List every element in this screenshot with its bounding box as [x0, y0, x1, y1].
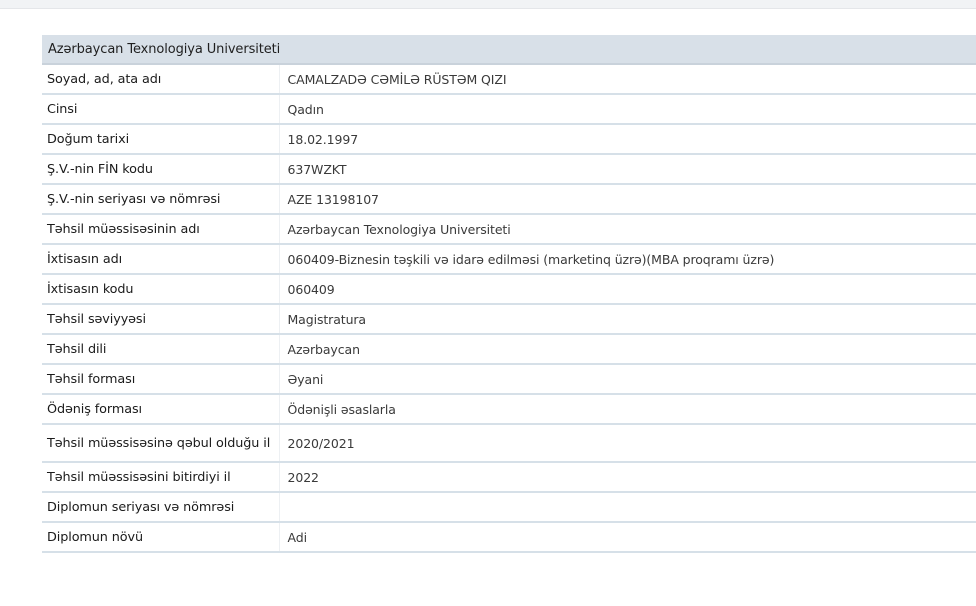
row-value: AZE 13198107 [279, 184, 976, 215]
row-label: Doğum tarixi [42, 124, 280, 155]
table-row-specialty-code: İxtisasın kodu 060409 [42, 274, 976, 305]
row-label: İxtisasın kodu [42, 274, 280, 305]
row-value [279, 492, 976, 523]
row-label: Soyad, ad, ata adı [42, 64, 280, 95]
table-row-diploma-type: Diplomun növü Adi [42, 522, 976, 553]
row-value: CAMALZADƏ CƏMİLƏ RÜSTƏM QIZI [279, 64, 976, 95]
row-value: Qadın [279, 94, 976, 125]
row-value: Ödənişli əsaslarla [279, 394, 976, 425]
row-label: Ş.V.-nin FİN kodu [42, 154, 280, 185]
row-label: Diplomun seriyası və nömrəsi [42, 492, 280, 523]
row-label: Diplomun növü [42, 522, 280, 553]
row-value: 060409-Biznesin təşkili və idarə edilməs… [279, 244, 976, 275]
row-label: Təhsil müəssisəsinə qəbul olduğu il [42, 424, 280, 463]
row-label: İxtisasın adı [42, 244, 280, 275]
table-row-graduation-year: Təhsil müəssisəsini bitirdiyi il 2022 [42, 462, 976, 493]
table-row-fin-code: Ş.V.-nin FİN kodu 637WZKT [42, 154, 976, 185]
student-info-table: Azərbaycan Texnologiya Universiteti Soya… [42, 35, 976, 553]
row-label: Ödəniş forması [42, 394, 280, 425]
row-value: Magistratura [279, 304, 976, 335]
row-value: 637WZKT [279, 154, 976, 185]
row-value: Əyani [279, 364, 976, 395]
table-row-specialty-name: İxtisasın adı 060409-Biznesin təşkili və… [42, 244, 976, 275]
row-value: 2022 [279, 462, 976, 493]
table-header-row: Azərbaycan Texnologiya Universiteti [42, 35, 976, 65]
student-info-table-container: Azərbaycan Texnologiya Universiteti Soya… [42, 35, 976, 553]
row-value: 060409 [279, 274, 976, 305]
row-value: 18.02.1997 [279, 124, 976, 155]
table-row-diploma-series: Diplomun seriyası və nömrəsi [42, 492, 976, 523]
row-value: Adi [279, 522, 976, 553]
row-label: Təhsil səviyyəsi [42, 304, 280, 335]
table-row-full-name: Soyad, ad, ata adı CAMALZADƏ CƏMİLƏ RÜST… [42, 64, 976, 95]
table-row-language: Təhsil dili Azərbaycan [42, 334, 976, 365]
table-row-institution: Təhsil müəssisəsinin adı Azərbaycan Texn… [42, 214, 976, 245]
row-value: Azərbaycan Texnologiya Universiteti [279, 214, 976, 245]
browser-top-bar [0, 0, 976, 9]
table-row-birth-date: Doğum tarixi 18.02.1997 [42, 124, 976, 155]
row-label: Ş.V.-nin seriyası və nömrəsi [42, 184, 280, 215]
university-title: Azərbaycan Texnologiya Universiteti [42, 35, 976, 65]
table-row-id-series: Ş.V.-nin seriyası və nömrəsi AZE 1319810… [42, 184, 976, 215]
row-label: Təhsil forması [42, 364, 280, 395]
table-row-gender: Cinsi Qadın [42, 94, 976, 125]
row-label: Təhsil müəssisəsini bitirdiyi il [42, 462, 280, 493]
row-label: Təhsil müəssisəsinin adı [42, 214, 280, 245]
table-row-education-level: Təhsil səviyyəsi Magistratura [42, 304, 976, 335]
table-row-payment-form: Ödəniş forması Ödənişli əsaslarla [42, 394, 976, 425]
row-value: Azərbaycan [279, 334, 976, 365]
table-row-admission-year: Təhsil müəssisəsinə qəbul olduğu il 2020… [42, 424, 976, 463]
row-label: Cinsi [42, 94, 280, 125]
table-row-education-form: Təhsil forması Əyani [42, 364, 976, 395]
row-value: 2020/2021 [279, 424, 976, 463]
row-label: Təhsil dili [42, 334, 280, 365]
